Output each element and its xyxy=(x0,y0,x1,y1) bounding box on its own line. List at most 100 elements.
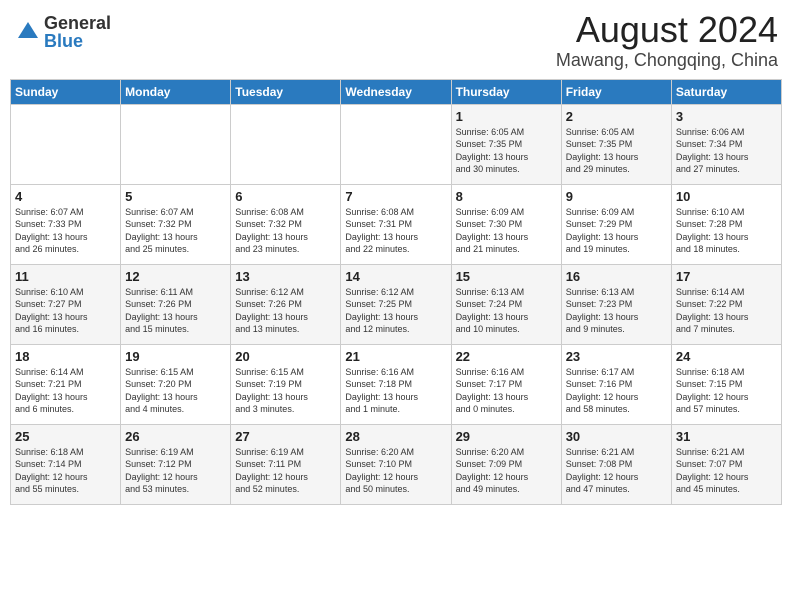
logo: General Blue xyxy=(14,14,111,50)
day-number: 27 xyxy=(235,429,336,444)
week-row-2: 4 Sunrise: 6:07 AM Sunset: 7:33 PM Daylig… xyxy=(11,184,782,264)
day-info: Sunrise: 6:18 AM Sunset: 7:15 PM Dayligh… xyxy=(676,366,777,416)
day-number: 11 xyxy=(15,269,116,284)
day-number: 3 xyxy=(676,109,777,124)
day-info: Sunrise: 6:17 AM Sunset: 7:16 PM Dayligh… xyxy=(566,366,667,416)
day-info: Sunrise: 6:21 AM Sunset: 7:08 PM Dayligh… xyxy=(566,446,667,496)
day-number: 5 xyxy=(125,189,226,204)
day-number: 22 xyxy=(456,349,557,364)
day-info: Sunrise: 6:09 AM Sunset: 7:29 PM Dayligh… xyxy=(566,206,667,256)
calendar-cell: 24 Sunrise: 6:18 AM Sunset: 7:15 PM Dayli… xyxy=(671,344,781,424)
day-header-monday: Monday xyxy=(121,79,231,104)
day-header-wednesday: Wednesday xyxy=(341,79,451,104)
day-number: 12 xyxy=(125,269,226,284)
calendar-cell: 16 Sunrise: 6:13 AM Sunset: 7:23 PM Dayli… xyxy=(561,264,671,344)
calendar-cell xyxy=(121,104,231,184)
calendar-cell: 9Sunrise: 6:09 AM Sunset: 7:29 PM Daylig… xyxy=(561,184,671,264)
calendar-cell: 31 Sunrise: 6:21 AM Sunset: 7:07 PM Dayli… xyxy=(671,424,781,504)
calendar-cell: 30 Sunrise: 6:21 AM Sunset: 7:08 PM Dayli… xyxy=(561,424,671,504)
day-number: 13 xyxy=(235,269,336,284)
calendar-cell: 21 Sunrise: 6:16 AM Sunset: 7:18 PM Dayli… xyxy=(341,344,451,424)
day-number: 10 xyxy=(676,189,777,204)
day-info: Sunrise: 6:12 AM Sunset: 7:26 PM Dayligh… xyxy=(235,286,336,336)
calendar-cell: 28 Sunrise: 6:20 AM Sunset: 7:10 PM Dayli… xyxy=(341,424,451,504)
logo-icon xyxy=(14,18,42,46)
day-info: Sunrise: 6:13 AM Sunset: 7:23 PM Dayligh… xyxy=(566,286,667,336)
day-info: Sunrise: 6:07 AM Sunset: 7:33 PM Dayligh… xyxy=(15,206,116,256)
day-header-sunday: Sunday xyxy=(11,79,121,104)
calendar-cell: 8Sunrise: 6:09 AM Sunset: 7:30 PM Daylig… xyxy=(451,184,561,264)
day-info: Sunrise: 6:07 AM Sunset: 7:32 PM Dayligh… xyxy=(125,206,226,256)
week-row-5: 25 Sunrise: 6:18 AM Sunset: 7:14 PM Dayli… xyxy=(11,424,782,504)
calendar-cell: 25 Sunrise: 6:18 AM Sunset: 7:14 PM Dayli… xyxy=(11,424,121,504)
day-info: Sunrise: 6:08 AM Sunset: 7:32 PM Dayligh… xyxy=(235,206,336,256)
day-number: 26 xyxy=(125,429,226,444)
day-info: Sunrise: 6:20 AM Sunset: 7:10 PM Dayligh… xyxy=(345,446,446,496)
logo-general: General xyxy=(44,14,111,32)
calendar-cell: 12 Sunrise: 6:11 AM Sunset: 7:26 PM Dayli… xyxy=(121,264,231,344)
day-number: 24 xyxy=(676,349,777,364)
day-number: 28 xyxy=(345,429,446,444)
day-number: 30 xyxy=(566,429,667,444)
calendar-cell: 27 Sunrise: 6:19 AM Sunset: 7:11 PM Dayli… xyxy=(231,424,341,504)
location-title: Mawang, Chongqing, China xyxy=(556,50,778,71)
logo-blue: Blue xyxy=(44,32,111,50)
day-info: Sunrise: 6:21 AM Sunset: 7:07 PM Dayligh… xyxy=(676,446,777,496)
week-row-1: 1Sunrise: 6:05 AM Sunset: 7:35 PM Daylig… xyxy=(11,104,782,184)
day-info: Sunrise: 6:14 AM Sunset: 7:21 PM Dayligh… xyxy=(15,366,116,416)
day-info: Sunrise: 6:19 AM Sunset: 7:11 PM Dayligh… xyxy=(235,446,336,496)
day-number: 21 xyxy=(345,349,446,364)
day-number: 4 xyxy=(15,189,116,204)
day-number: 23 xyxy=(566,349,667,364)
calendar-cell: 4 Sunrise: 6:07 AM Sunset: 7:33 PM Daylig… xyxy=(11,184,121,264)
page-header: General Blue August 2024 Mawang, Chongqi… xyxy=(10,10,782,71)
day-number: 8 xyxy=(456,189,557,204)
day-number: 7 xyxy=(345,189,446,204)
day-number: 17 xyxy=(676,269,777,284)
calendar-cell: 17 Sunrise: 6:14 AM Sunset: 7:22 PM Dayli… xyxy=(671,264,781,344)
logo-text: General Blue xyxy=(44,14,111,50)
calendar-cell: 20Sunrise: 6:15 AM Sunset: 7:19 PM Dayli… xyxy=(231,344,341,424)
calendar-cell: 23 Sunrise: 6:17 AM Sunset: 7:16 PM Dayli… xyxy=(561,344,671,424)
calendar-cell xyxy=(11,104,121,184)
day-info: Sunrise: 6:15 AM Sunset: 7:20 PM Dayligh… xyxy=(125,366,226,416)
day-number: 25 xyxy=(15,429,116,444)
day-header-thursday: Thursday xyxy=(451,79,561,104)
day-info: Sunrise: 6:13 AM Sunset: 7:24 PM Dayligh… xyxy=(456,286,557,336)
calendar-header: SundayMondayTuesdayWednesdayThursdayFrid… xyxy=(11,79,782,104)
day-number: 6 xyxy=(235,189,336,204)
day-header-friday: Friday xyxy=(561,79,671,104)
calendar-cell: 7 Sunrise: 6:08 AM Sunset: 7:31 PM Daylig… xyxy=(341,184,451,264)
day-info: Sunrise: 6:20 AM Sunset: 7:09 PM Dayligh… xyxy=(456,446,557,496)
day-info: Sunrise: 6:18 AM Sunset: 7:14 PM Dayligh… xyxy=(15,446,116,496)
calendar-cell: 15Sunrise: 6:13 AM Sunset: 7:24 PM Dayli… xyxy=(451,264,561,344)
day-info: Sunrise: 6:16 AM Sunset: 7:18 PM Dayligh… xyxy=(345,366,446,416)
calendar-cell xyxy=(231,104,341,184)
day-header-saturday: Saturday xyxy=(671,79,781,104)
day-info: Sunrise: 6:05 AM Sunset: 7:35 PM Dayligh… xyxy=(566,126,667,176)
day-info: Sunrise: 6:11 AM Sunset: 7:26 PM Dayligh… xyxy=(125,286,226,336)
day-info: Sunrise: 6:10 AM Sunset: 7:28 PM Dayligh… xyxy=(676,206,777,256)
day-info: Sunrise: 6:06 AM Sunset: 7:34 PM Dayligh… xyxy=(676,126,777,176)
week-row-3: 11 Sunrise: 6:10 AM Sunset: 7:27 PM Dayli… xyxy=(11,264,782,344)
day-number: 29 xyxy=(456,429,557,444)
day-info: Sunrise: 6:10 AM Sunset: 7:27 PM Dayligh… xyxy=(15,286,116,336)
calendar-cell: 26 Sunrise: 6:19 AM Sunset: 7:12 PM Dayli… xyxy=(121,424,231,504)
day-info: Sunrise: 6:19 AM Sunset: 7:12 PM Dayligh… xyxy=(125,446,226,496)
day-number: 31 xyxy=(676,429,777,444)
day-number: 16 xyxy=(566,269,667,284)
calendar-cell xyxy=(341,104,451,184)
day-info: Sunrise: 6:08 AM Sunset: 7:31 PM Dayligh… xyxy=(345,206,446,256)
day-number: 18 xyxy=(15,349,116,364)
header-row: SundayMondayTuesdayWednesdayThursdayFrid… xyxy=(11,79,782,104)
day-header-tuesday: Tuesday xyxy=(231,79,341,104)
day-info: Sunrise: 6:14 AM Sunset: 7:22 PM Dayligh… xyxy=(676,286,777,336)
day-number: 2 xyxy=(566,109,667,124)
calendar-cell: 1Sunrise: 6:05 AM Sunset: 7:35 PM Daylig… xyxy=(451,104,561,184)
calendar-cell: 5 Sunrise: 6:07 AM Sunset: 7:32 PM Daylig… xyxy=(121,184,231,264)
calendar-cell: 2 Sunrise: 6:05 AM Sunset: 7:35 PM Daylig… xyxy=(561,104,671,184)
title-block: August 2024 Mawang, Chongqing, China xyxy=(556,10,778,71)
week-row-4: 18 Sunrise: 6:14 AM Sunset: 7:21 PM Dayli… xyxy=(11,344,782,424)
day-number: 14 xyxy=(345,269,446,284)
day-number: 19 xyxy=(125,349,226,364)
